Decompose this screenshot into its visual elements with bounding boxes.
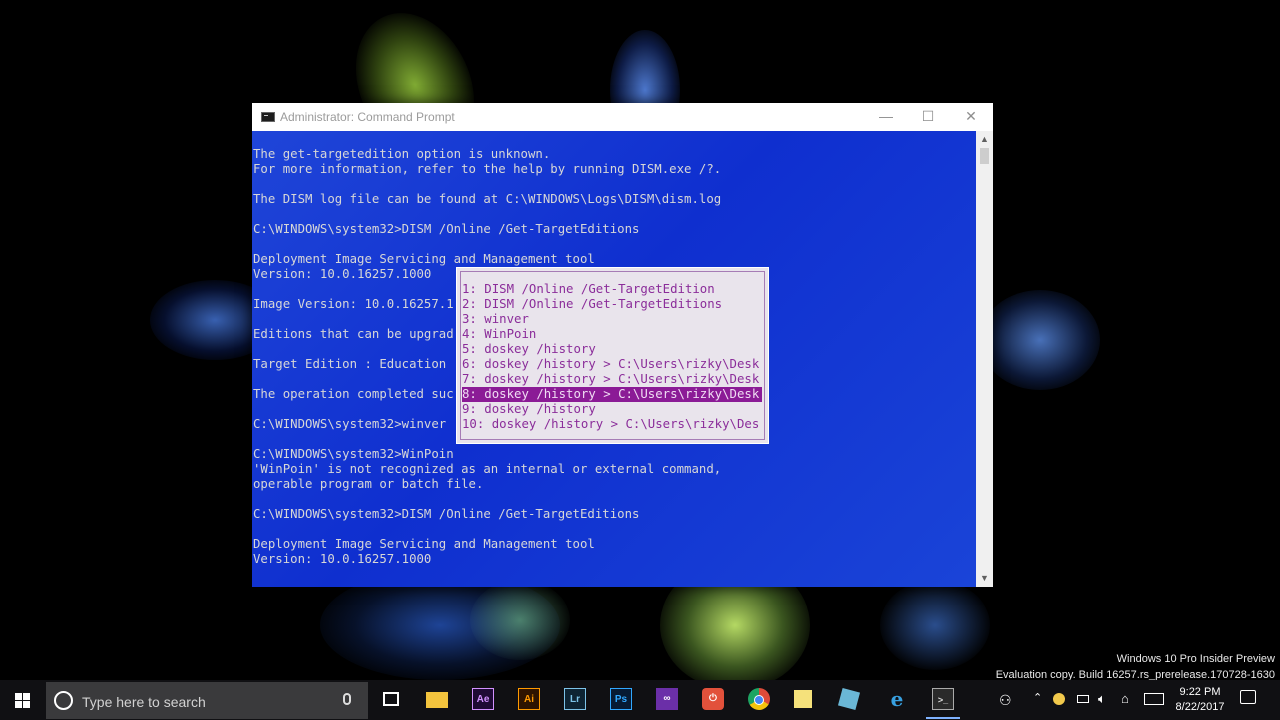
history-item[interactable]: 10: doskey /history > C:\Users\rizky\Des (462, 417, 762, 432)
search-placeholder: Type here to search (82, 694, 206, 710)
clock-date: 8/22/2017 (1175, 701, 1225, 713)
minimize-button[interactable]: — (864, 103, 908, 131)
window-title: Administrator: Command Prompt (280, 110, 455, 124)
lightroom-icon[interactable]: Lr (564, 688, 586, 710)
history-item[interactable]: 2: DISM /Online /Get-TargetEditions (462, 297, 762, 312)
console-line: Deployment Image Servicing and Managemen… (253, 537, 595, 551)
console-line: operable program or batch file. (253, 477, 484, 491)
file-explorer-icon[interactable] (426, 692, 448, 708)
system-tray: ⚇ ⌃ 🔈︎ ⌂ (995, 680, 1165, 720)
windows-logo-pane (23, 701, 30, 708)
history-item[interactable]: 8: doskey /history > C:\Users\rizky\Desk (462, 387, 762, 402)
command-history-popup[interactable]: 1: DISM /Online /Get-TargetEdition 2: DIS… (456, 267, 769, 444)
volume-icon[interactable]: 🔈︎ (1098, 691, 1106, 707)
wallpaper-glow-right (980, 290, 1100, 390)
people-icon[interactable]: ⚇ (999, 692, 1012, 709)
app-icon[interactable] (837, 687, 861, 711)
running-indicator (926, 717, 960, 719)
history-item[interactable]: 7: doskey /history > C:\Users\rizky\Desk (462, 372, 762, 387)
console-line: C:\WINDOWS\system32>WinPoin (253, 447, 454, 461)
visual-studio-icon[interactable]: ∞ (656, 688, 678, 710)
after-effects-icon[interactable]: Ae (472, 688, 494, 710)
network-icon[interactable]: ⌂ (1121, 691, 1129, 706)
console-line: 'WinPoin' is not recognized as an intern… (253, 462, 722, 476)
start-button[interactable] (0, 680, 46, 720)
console-line: Version: 10.0.16257.1000 (253, 552, 432, 566)
windows-logo-pane (15, 701, 22, 708)
title-bar[interactable]: Administrator: Command Prompt — ☐ ✕ (252, 103, 993, 131)
command-prompt-icon (261, 112, 275, 122)
history-item[interactable]: 5: doskey /history (462, 342, 762, 357)
taskbar: Type here to search Ae Ai Lr Ps ∞ ⏻ e >_ ⚇ ⌃ 🔈︎… (0, 680, 1280, 720)
console-line: C:\WINDOWS\system32>DISM /Online /Get-Ta… (253, 222, 640, 236)
maximize-button[interactable]: ☐ (906, 103, 950, 131)
console-line: The get-targetedition option is unknown. (253, 147, 551, 161)
evaluation-watermark: Windows 10 Pro Insider Preview Evaluatio… (996, 651, 1275, 683)
console-line: For more information, refer to the help … (253, 162, 722, 176)
windows-logo-icon (15, 693, 22, 700)
history-item[interactable]: 1: DISM /Online /Get-TargetEdition (462, 282, 762, 297)
wallpaper-glow-bottom-teal (470, 580, 570, 660)
history-item[interactable]: 9: doskey /history (462, 402, 762, 417)
chrome-icon[interactable] (748, 688, 770, 710)
windows-logo-pane (23, 693, 30, 700)
cortana-icon (54, 691, 73, 710)
console-line: The DISM log file can be found at C:\WIN… (253, 192, 722, 206)
internet-explorer-icon[interactable]: e (886, 688, 908, 710)
scroll-up-arrow-icon[interactable]: ▲ (976, 131, 993, 148)
scrollbar-thumb[interactable] (980, 148, 989, 164)
command-prompt-icon[interactable]: >_ (932, 688, 954, 710)
show-hidden-icons-icon[interactable]: ⌃ (1033, 691, 1042, 704)
scroll-down-arrow-icon[interactable]: ▼ (976, 570, 993, 587)
microphone-icon[interactable] (343, 693, 351, 705)
wallpaper-glow-bottom-right (880, 580, 990, 670)
photoshop-icon[interactable]: Ps (610, 688, 632, 710)
emoji-icon[interactable] (1053, 693, 1065, 705)
history-item[interactable]: 6: doskey /history > C:\Users\rizky\Desk (462, 357, 762, 372)
battery-icon[interactable] (1077, 695, 1089, 703)
clock-time: 9:22 PM (1179, 686, 1221, 698)
action-center-icon[interactable] (1240, 690, 1256, 704)
sticky-notes-icon[interactable] (794, 690, 812, 708)
history-item[interactable]: 4: WinPoin (462, 327, 762, 342)
watermark-edition: Windows 10 Pro Insider Preview (1116, 653, 1275, 665)
taskbar-search-box[interactable]: Type here to search (46, 682, 368, 719)
history-list[interactable]: 1: DISM /Online /Get-TargetEdition 2: DIS… (462, 282, 762, 432)
history-item[interactable]: 3: winver (462, 312, 762, 327)
console-line: Deployment Image Servicing and Managemen… (253, 252, 595, 266)
vertical-scrollbar[interactable]: ▲ ▼ (976, 131, 993, 587)
close-button[interactable]: ✕ (949, 103, 993, 131)
keyboard-icon[interactable] (1144, 693, 1164, 705)
console-line: C:\WINDOWS\system32>DISM /Online /Get-Ta… (253, 507, 640, 521)
power-app-icon[interactable]: ⏻ (702, 688, 724, 710)
taskbar-clock[interactable]: 9:22 PM 8/22/2017 (1170, 685, 1230, 715)
task-view-icon[interactable] (383, 692, 399, 706)
illustrator-icon[interactable]: Ai (518, 688, 540, 710)
